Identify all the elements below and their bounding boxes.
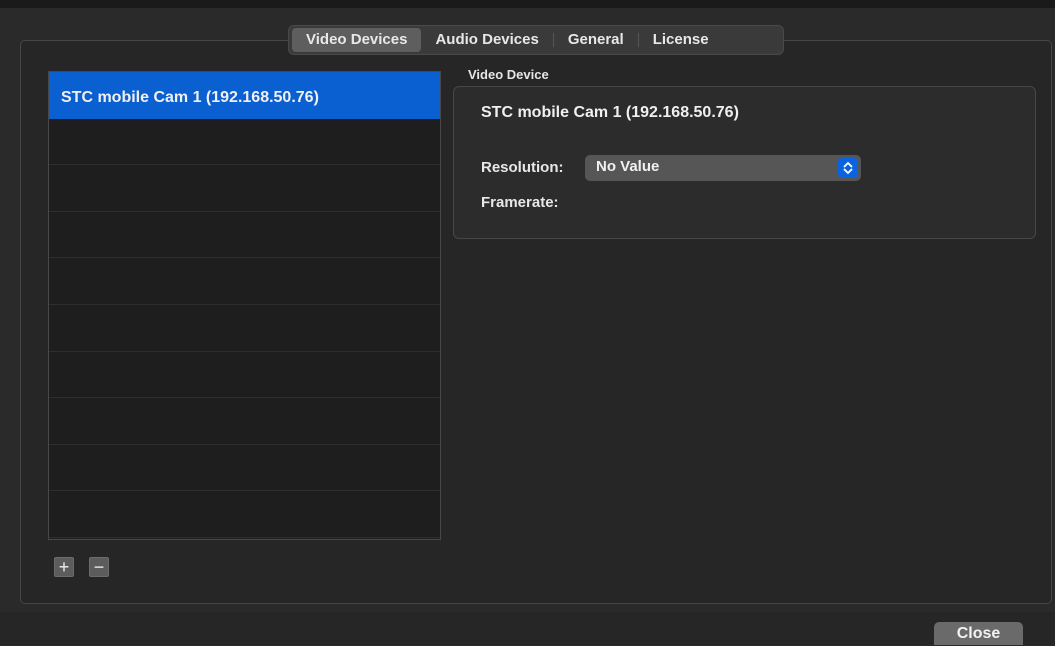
video-device-list[interactable]: STC mobile Cam 1 (192.168.50.76)	[48, 71, 441, 540]
resolution-label: Resolution:	[481, 159, 564, 176]
chevron-up-down-icon	[838, 158, 858, 178]
tab-audio-devices[interactable]: Audio Devices	[421, 28, 552, 52]
list-item-selected[interactable]: STC mobile Cam 1 (192.168.50.76)	[49, 72, 440, 119]
list-item-empty[interactable]	[49, 398, 440, 445]
resolution-select[interactable]: No Value	[585, 155, 861, 181]
list-item-empty[interactable]	[49, 165, 440, 212]
list-item-empty[interactable]	[49, 491, 440, 538]
resolution-value: No Value	[596, 158, 660, 175]
list-item-empty[interactable]	[49, 258, 440, 305]
footer-bar	[0, 612, 1055, 645]
framerate-label: Framerate:	[481, 194, 559, 211]
tab-video-devices[interactable]: Video Devices	[292, 28, 422, 52]
list-item-empty[interactable]	[49, 352, 440, 399]
list-item-empty[interactable]	[49, 212, 440, 259]
close-button[interactable]: Close	[934, 622, 1023, 645]
list-item-empty[interactable]	[49, 305, 440, 352]
tab-bar: Video Devices Audio Devices General Lice…	[288, 25, 784, 55]
tab-general[interactable]: General	[554, 28, 638, 52]
window-top-strip	[0, 0, 1055, 8]
list-item-empty[interactable]	[49, 119, 440, 166]
add-device-button[interactable]: +	[54, 557, 74, 577]
list-item-empty[interactable]	[49, 445, 440, 492]
video-device-section-label: Video Device	[468, 67, 549, 82]
tab-license[interactable]: License	[639, 28, 723, 52]
remove-device-button[interactable]: −	[89, 557, 109, 577]
device-name: STC mobile Cam 1 (192.168.50.76)	[481, 104, 739, 121]
